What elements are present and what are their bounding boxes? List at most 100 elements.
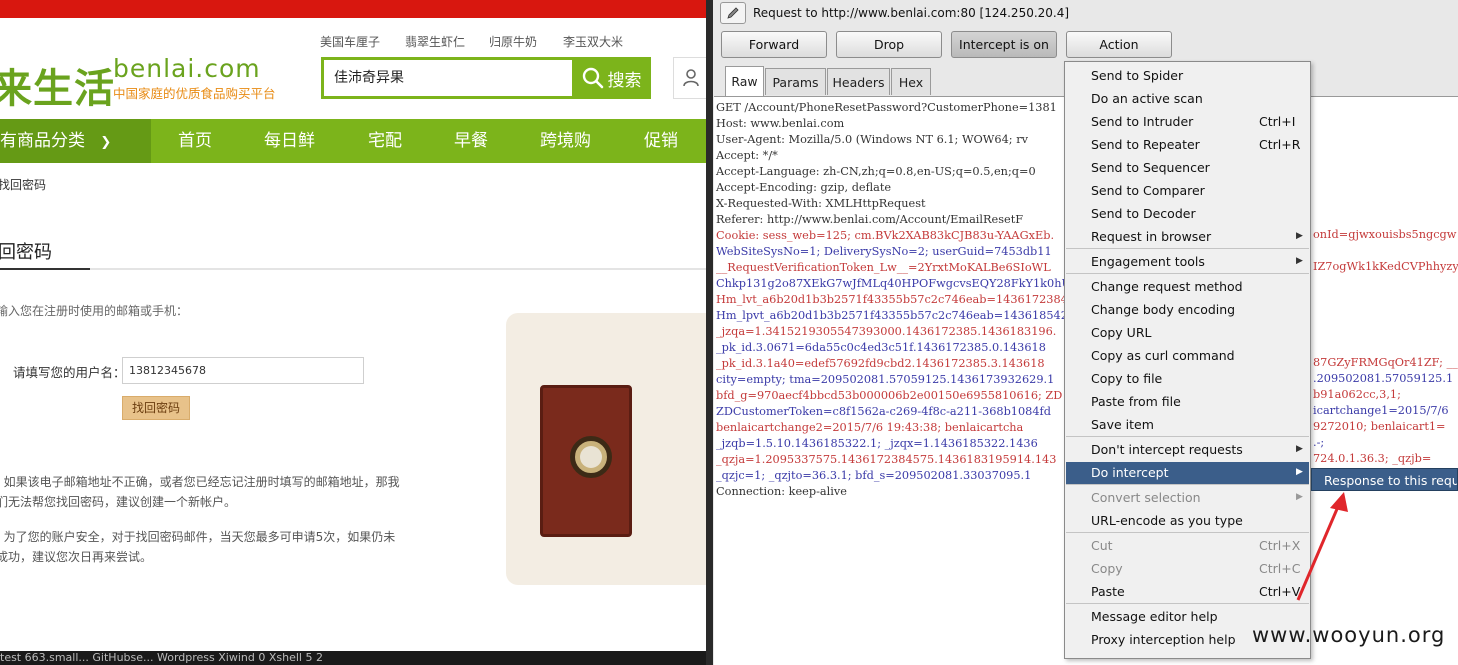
menu-separator bbox=[1066, 273, 1309, 274]
menu-item-request-in-browser[interactable]: Request in browser bbox=[1091, 225, 1211, 248]
menu-item-paste[interactable]: Paste bbox=[1091, 580, 1125, 603]
retrieve-password-button[interactable]: 找回密码 bbox=[122, 396, 190, 420]
menu-item-copy-url[interactable]: Copy URL bbox=[1091, 321, 1151, 344]
request-line-fragment: .-; bbox=[1313, 436, 1325, 449]
menu-item-copy-as-curl-command[interactable]: Copy as curl command bbox=[1091, 344, 1235, 367]
request-line[interactable]: Referer: http://www.benlai.com/Account/E… bbox=[716, 213, 1023, 226]
menu-item-send-to-intruder[interactable]: Send to Intruder bbox=[1091, 110, 1193, 133]
tab-headers[interactable]: Headers bbox=[827, 68, 890, 95]
forward-button[interactable]: Forward bbox=[721, 31, 827, 58]
watermark: www.wooyun.org bbox=[1252, 623, 1446, 647]
menu-item-change-request-method[interactable]: Change request method bbox=[1091, 275, 1243, 298]
tip-email-text: 如果该电子邮箱地址不正确，或者您已经忘记注册时填写的邮箱地址，那我们无法帮您找回… bbox=[0, 475, 400, 509]
search-icon bbox=[582, 67, 603, 89]
username-input[interactable]: 13812345678 bbox=[122, 357, 364, 384]
top-promo-banner[interactable] bbox=[0, 0, 708, 18]
request-line[interactable]: city=empty; tma=209502081.57059125.14361… bbox=[716, 373, 1054, 386]
request-line[interactable]: Host: www.benlai.com bbox=[716, 117, 844, 130]
request-line[interactable]: Accept-Language: zh-CN,zh;q=0.8,en-US;q=… bbox=[716, 165, 1036, 178]
nav-item-breakfast[interactable]: 早餐 bbox=[454, 119, 488, 163]
camera-lens-glass bbox=[580, 446, 602, 468]
request-line-fragment: onId=gjwxouisbs5ngcgw bbox=[1313, 228, 1457, 241]
search-button[interactable]: 搜索 bbox=[572, 57, 651, 99]
site-logo-chinese[interactable]: 来生活 bbox=[0, 56, 115, 114]
request-line[interactable]: Hm_lvt_a6b20d1b3b2571f43355b57c2c746eab=… bbox=[716, 293, 1068, 306]
request-line[interactable]: WebSiteSysNo=1; DeliverySysNo=2; userGui… bbox=[716, 245, 1052, 258]
menu-item-send-to-spider[interactable]: Send to Spider bbox=[1091, 64, 1183, 87]
request-line-fragment: 724.0.1.36.3; _qzjb= bbox=[1313, 452, 1432, 465]
menu-item-save-item[interactable]: Save item bbox=[1091, 413, 1154, 436]
intercept-toggle-button[interactable]: Intercept is on bbox=[951, 31, 1057, 58]
category-menu-label: 有商品分类 bbox=[0, 131, 85, 151]
request-line[interactable]: _qzjc=1; _qzjto=36.3.1; bfd_s=209502081.… bbox=[716, 469, 1031, 482]
menu-item-send-to-decoder[interactable]: Send to Decoder bbox=[1091, 202, 1196, 225]
search-input[interactable]: 佳沛奇异果 bbox=[321, 57, 573, 99]
request-line[interactable]: User-Agent: Mozilla/5.0 (Windows NT 6.1;… bbox=[716, 133, 1028, 146]
request-line[interactable]: ZDCustomerToken=c8f1562a-c269-4f8c-a211-… bbox=[716, 405, 1051, 418]
action-button[interactable]: Action bbox=[1066, 31, 1172, 58]
menu-item-url-encode-as-you-type[interactable]: URL-encode as you type bbox=[1091, 509, 1243, 532]
benlai-website: 来生活 benlai.com 中国家庭的优质食品购买平台 美国车厘子 翡翠生虾仁… bbox=[0, 0, 708, 665]
menu-item-message-editor-help[interactable]: Message editor help bbox=[1091, 605, 1218, 628]
menu-item-engagement-tools[interactable]: Engagement tools bbox=[1091, 250, 1205, 273]
request-line[interactable]: Connection: keep-alive bbox=[716, 485, 847, 498]
menu-separator bbox=[1066, 603, 1309, 604]
chevron-down-icon: ❯ bbox=[100, 135, 112, 150]
drop-button[interactable]: Drop bbox=[836, 31, 942, 58]
request-line[interactable]: Accept: */* bbox=[716, 149, 778, 162]
nav-item-home[interactable]: 首页 bbox=[178, 119, 212, 163]
category-menu[interactable]: 有商品分类 ❯ bbox=[0, 119, 151, 163]
request-line[interactable]: _jzqb=1.5.10.1436185322.1; _jzqx=1.14361… bbox=[716, 437, 1038, 450]
request-line-fragment: 87GZyFRMGqOr41ZF; __a bbox=[1313, 356, 1458, 369]
search-button-label: 搜索 bbox=[607, 70, 642, 91]
hot-keyword-link[interactable]: 美国车厘子 bbox=[320, 33, 380, 50]
request-line[interactable]: GET /Account/PhoneResetPassword?Customer… bbox=[716, 101, 1057, 114]
request-line[interactable]: X-Requested-With: XMLHttpRequest bbox=[716, 197, 926, 210]
request-line[interactable]: _pk_id.3.0671=6da55c0c4ed3c51f.143617238… bbox=[716, 341, 1046, 354]
menu-item-copy: Copy bbox=[1091, 561, 1123, 576]
edit-request-button[interactable] bbox=[720, 2, 746, 24]
menu-item-copy-to-file[interactable]: Copy to file bbox=[1091, 367, 1162, 390]
menu-item-do-intercept[interactable]: Do intercept bbox=[1091, 461, 1169, 484]
nav-item-promotions[interactable]: 促销 bbox=[644, 119, 678, 163]
menu-separator bbox=[1066, 436, 1309, 437]
taskbar[interactable]: test 663.small... GitHubse... Wordpress … bbox=[0, 651, 708, 665]
menu-item-paste-from-file[interactable]: Paste from file bbox=[1091, 390, 1181, 413]
submenu-arrow-icon: ▶ bbox=[1296, 231, 1303, 241]
tip-text: · 如果该电子邮箱地址不正确，或者您已经忘记注册时填写的邮箱地址，那我们无法帮您… bbox=[0, 472, 406, 512]
menu-shortcut: Ctrl+R bbox=[1259, 137, 1301, 152]
site-logo-english[interactable]: benlai.com bbox=[113, 54, 261, 83]
request-line[interactable]: _pk_id.3.1a40=edef57692fd9cbd2.143617238… bbox=[716, 357, 1045, 370]
request-target: Request to http://www.benlai.com:80 [124… bbox=[753, 6, 1070, 20]
menu-item-change-body-encoding[interactable]: Change body encoding bbox=[1091, 298, 1235, 321]
menu-item-do-an-active-scan[interactable]: Do an active scan bbox=[1091, 87, 1203, 110]
tab-hex[interactable]: Hex bbox=[891, 68, 931, 95]
annotation-arrow bbox=[1296, 492, 1348, 601]
menu-item-send-to-repeater[interactable]: Send to Repeater bbox=[1091, 133, 1200, 156]
request-line[interactable]: _qzja=1.2095337575.1436172384575.1436183… bbox=[716, 453, 1056, 466]
request-line[interactable]: bfd_g=970aecf4bbcd53b000006b2e00150e6955… bbox=[716, 389, 1062, 402]
nav-item-daily-fresh[interactable]: 每日鲜 bbox=[264, 119, 315, 163]
request-line[interactable]: Chkp131g2o87XEkG7wJfMLq40HPOFwgcvsEQY28F… bbox=[716, 277, 1085, 290]
request-line[interactable]: Hm_lpvt_a6b20d1b3b2571f43355b57c2c746eab… bbox=[716, 309, 1068, 322]
hot-keyword-link[interactable]: 翡翠生虾仁 bbox=[405, 33, 465, 50]
menu-item-send-to-comparer[interactable]: Send to Comparer bbox=[1091, 179, 1205, 202]
submenu-arrow-icon: ▶ bbox=[1296, 444, 1303, 454]
menu-item-send-to-sequencer[interactable]: Send to Sequencer bbox=[1091, 156, 1210, 179]
nav-item-cross-border[interactable]: 跨境购 bbox=[540, 119, 591, 163]
request-line[interactable]: benlaicartchange2=2015/7/6 19:43:38; ben… bbox=[716, 421, 1023, 434]
username-label: 请填写您的用户名： bbox=[13, 365, 126, 380]
hot-keyword-link[interactable]: 归原牛奶 bbox=[489, 33, 537, 50]
request-line[interactable]: _jzqa=1.3415219305547393000.1436172385.1… bbox=[716, 325, 1056, 338]
user-button[interactable] bbox=[673, 57, 708, 99]
menu-item-don-t-intercept-requests[interactable]: Don't intercept requests bbox=[1091, 438, 1243, 461]
request-line[interactable]: __RequestVerificationToken_Lw__=2YrxtMoK… bbox=[716, 261, 1051, 274]
request-line[interactable]: Cookie: sess_web=125; cm.BVk2XAB83kCJB83… bbox=[716, 229, 1054, 242]
tab-params[interactable]: Params bbox=[765, 68, 826, 95]
tab-raw[interactable]: Raw bbox=[725, 66, 764, 96]
menu-item-proxy-interception-help[interactable]: Proxy interception help bbox=[1091, 628, 1236, 651]
hot-keyword-link[interactable]: 李玉双大米 bbox=[563, 33, 623, 50]
request-line[interactable]: Accept-Encoding: gzip, deflate bbox=[716, 181, 891, 194]
request-line-fragment: icartchange1=2015/7/6 bbox=[1313, 404, 1449, 417]
nav-item-delivery[interactable]: 宅配 bbox=[368, 119, 402, 163]
